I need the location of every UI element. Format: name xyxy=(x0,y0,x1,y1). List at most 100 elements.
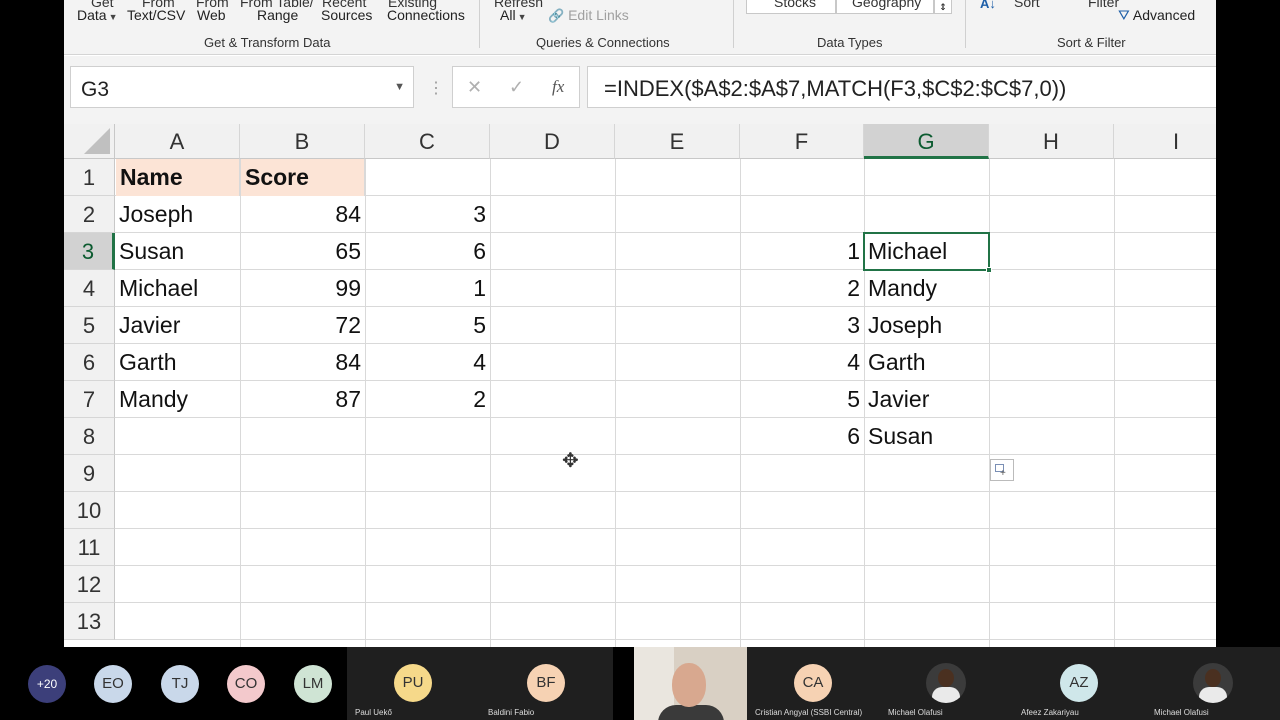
quick-analysis-button[interactable]: + xyxy=(990,459,1014,481)
column-header-b[interactable]: B xyxy=(240,124,365,159)
column-header-h[interactable]: H xyxy=(989,124,1114,159)
worksheet-grid[interactable]: A B C D E F G H I 1 2 3 4 5 6 7 8 9 10 1… xyxy=(64,124,1216,647)
refresh-all-button[interactable]: All ▼ xyxy=(500,7,526,23)
column-header-c[interactable]: C xyxy=(365,124,490,159)
insert-function-icon[interactable]: fx xyxy=(552,77,564,97)
participant-tile-pu[interactable]: PU Paul Uekő xyxy=(347,647,480,720)
row-header-3[interactable]: 3 xyxy=(64,233,115,270)
row-header-2[interactable]: 2 xyxy=(64,196,115,233)
row-header-4[interactable]: 4 xyxy=(64,270,115,307)
cell-g8[interactable]: Susan xyxy=(864,418,989,455)
participant-tile-az[interactable]: AZ Afeez Zakariyau xyxy=(1013,647,1146,720)
cell-g6[interactable]: Garth xyxy=(864,344,989,381)
column-header-g[interactable]: G xyxy=(864,124,989,159)
data-types-more-button[interactable]: ⇕ xyxy=(934,0,952,14)
participant-avatar-eo[interactable]: EO xyxy=(94,665,132,703)
cell-c3[interactable]: 6 xyxy=(365,233,490,270)
column-header-d[interactable]: D xyxy=(490,124,615,159)
cell-f5[interactable]: 3 xyxy=(740,307,864,344)
cell-f8[interactable]: 6 xyxy=(740,418,864,455)
sort-az-icon[interactable]: A↓ xyxy=(980,0,996,11)
participant-tile-bf[interactable]: BF Baldini Fabio xyxy=(480,647,613,720)
name-box[interactable]: G3 ▼ xyxy=(70,66,414,108)
fill-handle[interactable] xyxy=(986,267,992,273)
cell-a4[interactable]: Michael xyxy=(115,270,240,307)
get-data-button[interactable]: Data ▼ xyxy=(77,7,118,23)
enter-icon[interactable]: ✓ xyxy=(509,77,524,98)
queries-group-label: Queries & Connections xyxy=(536,35,670,50)
cell-c6[interactable]: 4 xyxy=(365,344,490,381)
from-web-button[interactable]: Web xyxy=(197,7,226,23)
get-data-label: Data xyxy=(77,7,107,23)
cell-f3[interactable]: 1 xyxy=(740,233,864,270)
cell-c2[interactable]: 3 xyxy=(365,196,490,233)
sort-top-label: Sort xyxy=(1014,0,1040,10)
gridline xyxy=(115,454,1216,455)
participant-photo xyxy=(926,663,966,703)
cell-b1[interactable]: Score xyxy=(241,159,365,196)
participant-tile-ca[interactable]: CA Cristian Angyal (SSBI Central) xyxy=(747,647,880,720)
formula-input[interactable]: =INDEX($A$2:$A$7,MATCH(F3,$C$2:$C$7,0)) xyxy=(587,66,1216,108)
data-ribbon: Get From From From Table/ Recent Existin… xyxy=(64,0,1216,55)
column-header-a[interactable]: A xyxy=(115,124,240,159)
advanced-filter-button[interactable]: ⛛ Advanced xyxy=(1118,7,1195,24)
existing-connections-button[interactable]: Connections xyxy=(387,7,465,23)
participant-tile-michael-1[interactable]: Michael Olafusi xyxy=(880,647,1013,720)
row-header-13[interactable]: 13 xyxy=(64,603,115,640)
cell-f7[interactable]: 5 xyxy=(740,381,864,418)
cell-f4[interactable]: 2 xyxy=(740,270,864,307)
cell-a6[interactable]: Garth xyxy=(115,344,240,381)
cell-b4[interactable]: 99 xyxy=(240,270,365,307)
cell-b2[interactable]: 84 xyxy=(240,196,365,233)
chevron-down-icon[interactable]: ▼ xyxy=(394,81,405,93)
cell-b3[interactable]: 65 xyxy=(240,233,365,270)
more-participants-badge[interactable]: +20 xyxy=(28,665,66,703)
edit-links-button[interactable]: 🔗 Edit Links xyxy=(548,7,629,24)
recent-sources-button[interactable]: Sources xyxy=(321,7,372,23)
row-header-9[interactable]: 9 xyxy=(64,455,115,492)
cell-g7[interactable]: Javier xyxy=(864,381,989,418)
cell-b7[interactable]: 87 xyxy=(240,381,365,418)
plus-icon: + xyxy=(1000,468,1006,479)
data-types-group-label: Data Types xyxy=(817,35,883,50)
cell-b6[interactable]: 84 xyxy=(240,344,365,381)
row-header-5[interactable]: 5 xyxy=(64,307,115,344)
cancel-icon[interactable]: ✕ xyxy=(467,77,482,98)
row-header-7[interactable]: 7 xyxy=(64,381,115,418)
get-transform-group-label: Get & Transform Data xyxy=(204,35,331,50)
photo-body xyxy=(932,687,960,703)
row-header-10[interactable]: 10 xyxy=(64,492,115,529)
cell-c4[interactable]: 1 xyxy=(365,270,490,307)
stocks-type-label: Stocks xyxy=(774,0,817,10)
participant-name: Cristian Angyal (SSBI Central) xyxy=(755,708,863,717)
cell-a5[interactable]: Javier xyxy=(115,307,240,344)
participant-avatar-co[interactable]: CO xyxy=(227,665,265,703)
column-header-i[interactable]: I xyxy=(1114,124,1216,159)
cell-g5[interactable]: Joseph xyxy=(864,307,989,344)
filter-funnel-icon: ⛛ xyxy=(1118,7,1130,23)
row-header-12[interactable]: 12 xyxy=(64,566,115,603)
from-range-button[interactable]: Range xyxy=(257,7,298,23)
row-header-6[interactable]: 6 xyxy=(64,344,115,381)
cell-f6[interactable]: 4 xyxy=(740,344,864,381)
row-header-1[interactable]: 1 xyxy=(64,159,115,196)
participant-avatar-lm[interactable]: LM xyxy=(294,665,332,703)
row-header-11[interactable]: 11 xyxy=(64,529,115,566)
cell-g4[interactable]: Mandy xyxy=(864,270,989,307)
participant-tile-michael-2[interactable]: Michael Olafusi xyxy=(1146,647,1280,720)
cell-a2[interactable]: Joseph xyxy=(115,196,240,233)
ribbon-separator xyxy=(733,0,734,48)
cell-b5[interactable]: 72 xyxy=(240,307,365,344)
cell-a7[interactable]: Mandy xyxy=(115,381,240,418)
cell-c7[interactable]: 2 xyxy=(365,381,490,418)
select-all-corner[interactable] xyxy=(64,124,115,159)
from-text-csv-button[interactable]: Text/CSV xyxy=(127,7,185,23)
row-header-8[interactable]: 8 xyxy=(64,418,115,455)
cell-a3[interactable]: Susan xyxy=(115,233,240,270)
cell-c5[interactable]: 5 xyxy=(365,307,490,344)
column-header-e[interactable]: E xyxy=(615,124,740,159)
more-options-icon[interactable]: ⋮ xyxy=(428,78,444,98)
cell-a1[interactable]: Name xyxy=(116,159,240,196)
column-header-f[interactable]: F xyxy=(740,124,864,159)
participant-avatar-tj[interactable]: TJ xyxy=(161,665,199,703)
